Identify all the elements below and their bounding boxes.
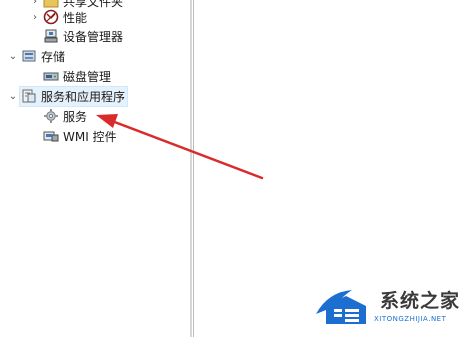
tree-item-storage[interactable]: ⌄ 存储 (6, 46, 65, 66)
tree-item-device-manager[interactable]: 设备管理器 (42, 26, 123, 46)
watermark-logo: 系统之家 XITONGZHIJIA.NET (312, 282, 472, 332)
device-manager-icon (42, 28, 60, 44)
tree-item-label: 磁盘管理 (63, 69, 112, 84)
watermark-subtitle: XITONGZHIJIA.NET (374, 315, 447, 323)
tree-item-label: 设备管理器 (63, 29, 124, 44)
tree-item-performance[interactable]: › 性能 (28, 7, 87, 27)
chevron-down-icon[interactable]: ⌄ (6, 91, 20, 102)
tree-item-wmi-control[interactable]: WMI 控件 (42, 126, 117, 146)
tree-item-label: 服务和应用程序 (41, 89, 126, 104)
tree-item-label: WMI 控件 (63, 129, 117, 144)
tree-item-label: 存储 (41, 49, 66, 64)
chevron-right-icon[interactable]: › (28, 0, 42, 7)
tree-item-label: 服务 (63, 109, 88, 124)
pane-divider[interactable] (190, 0, 192, 337)
selection-highlight: 服务和应用程序 (18, 85, 129, 107)
disk-management-icon (42, 68, 60, 84)
storage-icon (20, 48, 38, 64)
services-apps-icon (20, 88, 38, 104)
tree-item-services[interactable]: 服务 (42, 106, 87, 126)
services-gear-icon (42, 108, 60, 124)
house-logo-icon (316, 290, 366, 324)
watermark-title: 系统之家 (380, 290, 461, 312)
tree-item-disk-management[interactable]: 磁盘管理 (42, 66, 111, 86)
performance-icon (42, 9, 60, 25)
tree-item-services-and-applications[interactable]: ⌄ 服务和应用程序 (6, 85, 129, 107)
tree-item-label: 性能 (63, 10, 88, 25)
wmi-control-icon (42, 128, 60, 144)
console-tree: › 共享文件夹 › 性能 设备管理器 ⌄ 存储 磁盘管理 ⌄ 服务和应用程序 服… (0, 0, 190, 337)
chevron-down-icon[interactable]: ⌄ (6, 51, 20, 62)
chevron-right-icon[interactable]: › (28, 12, 42, 23)
